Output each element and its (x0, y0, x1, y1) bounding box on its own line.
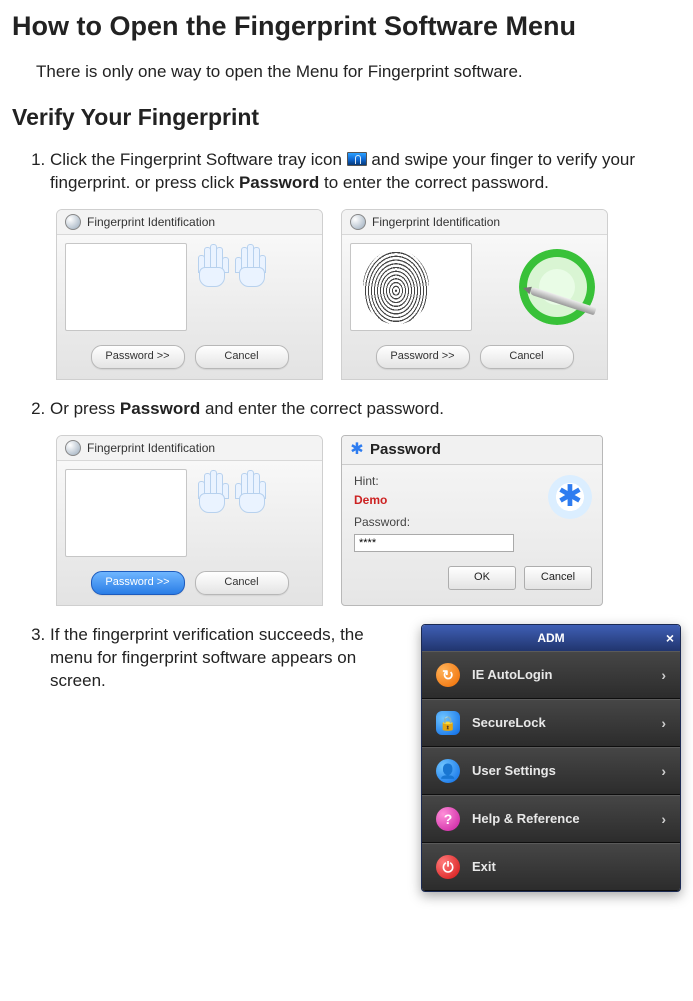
step-1-text-c: to enter the correct password. (324, 173, 549, 192)
page-heading-1: How to Open the Fingerprint Software Men… (12, 10, 681, 44)
asterisk-large-icon: ✱ (548, 475, 592, 519)
step-2: Or press Password and enter the correct … (50, 398, 681, 606)
adm-item-label: SecureLock (472, 714, 546, 732)
adm-item-label: User Settings (472, 762, 556, 780)
reload-icon: ↻ (436, 663, 460, 687)
fp-identification-panel-hands: Fingerprint Identification (56, 209, 323, 380)
step-2-bold: Password (120, 399, 200, 418)
step-2-text-a: Or press (50, 399, 120, 418)
adm-menu: ADM × ↻ IE AutoLogin › 🔒 SecureLock › 👤 … (421, 624, 681, 892)
adm-item-help[interactable]: ? Help & Reference › (422, 795, 680, 843)
tray-icon (347, 152, 367, 166)
password-dialog-title: ✱ Password (342, 436, 602, 465)
fp-preview-area (350, 243, 472, 331)
fingerprint-app-icon (65, 440, 81, 456)
fp-panel-title: Fingerprint Identification (342, 210, 607, 235)
chevron-right-icon: › (661, 714, 666, 733)
fp-identification-panel-password: Fingerprint Identification (56, 435, 323, 606)
chevron-right-icon: › (661, 810, 666, 829)
password-dialog: ✱ Password Hint: Demo Password: ✱ OK Can… (341, 435, 603, 606)
hands-illustration (193, 243, 271, 331)
adm-item-label: Help & Reference (472, 810, 580, 828)
cancel-button[interactable]: Cancel (480, 345, 574, 369)
password-button[interactable]: Password >> (91, 345, 185, 369)
fingerprint-app-icon (350, 214, 366, 230)
close-icon[interactable]: × (666, 629, 674, 648)
hands-illustration (193, 469, 271, 557)
step-1: Click the Fingerprint Software tray icon… (50, 149, 681, 380)
user-icon: 👤 (436, 759, 460, 783)
adm-item-autologin[interactable]: ↻ IE AutoLogin › (422, 651, 680, 699)
ok-button[interactable]: OK (448, 566, 516, 590)
fingerprint-app-icon (65, 214, 81, 230)
fp-preview-area (65, 469, 187, 557)
password-button[interactable]: Password >> (376, 345, 470, 369)
adm-item-label: Exit (472, 858, 496, 876)
adm-item-exit[interactable]: ⏻ Exit (422, 843, 680, 891)
lock-icon: 🔒 (436, 711, 460, 735)
cancel-button[interactable]: Cancel (195, 571, 289, 595)
page-heading-2: Verify Your Fingerprint (12, 104, 681, 131)
step-1-bold: Password (239, 173, 319, 192)
power-icon: ⏻ (436, 855, 460, 879)
adm-item-label: IE AutoLogin (472, 666, 552, 684)
step-1-text-a: Click the Fingerprint Software tray icon (50, 150, 347, 169)
cancel-button[interactable]: Cancel (524, 566, 592, 590)
fp-identification-panel-scanned: Fingerprint Identification Password >> (341, 209, 608, 380)
chevron-right-icon: › (661, 762, 666, 781)
help-icon: ? (436, 807, 460, 831)
intro-text: There is only one way to open the Menu f… (36, 62, 681, 82)
password-button-active[interactable]: Password >> (91, 571, 185, 595)
chevron-right-icon: › (661, 666, 666, 685)
step-2-text-b: and enter the correct password. (205, 399, 444, 418)
fingerprint-print-icon (363, 250, 429, 324)
step-3-text: If the fingerprint verification succeeds… (50, 624, 403, 693)
asterisk-icon: ✱ (350, 443, 364, 457)
password-label: Password: (354, 514, 590, 530)
password-input[interactable] (354, 534, 514, 552)
fp-preview-area (65, 243, 187, 331)
adm-item-securelock[interactable]: 🔒 SecureLock › (422, 699, 680, 747)
adm-title: ADM × (422, 625, 680, 651)
cancel-button[interactable]: Cancel (195, 345, 289, 369)
fp-panel-title: Fingerprint Identification (57, 436, 322, 461)
adm-item-usersettings[interactable]: 👤 User Settings › (422, 747, 680, 795)
step-3: If the fingerprint verification succeeds… (50, 624, 681, 892)
fp-panel-title: Fingerprint Identification (57, 210, 322, 235)
